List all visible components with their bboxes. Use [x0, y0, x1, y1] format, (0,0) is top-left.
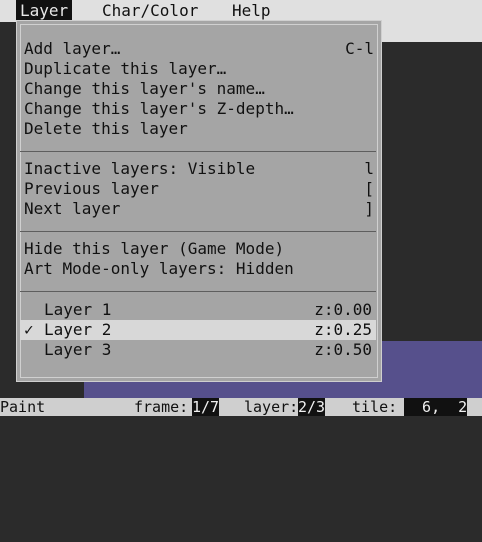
- layer-list-item[interactable]: Layer 3 z:0.50: [20, 340, 376, 360]
- menu-separator: [20, 151, 376, 152]
- layer-dropdown-menu: Add layer… C-l Duplicate this layer… Cha…: [16, 20, 382, 382]
- layer-z-depth: z:0.50: [314, 340, 372, 359]
- menu-item-next-layer[interactable]: Next layer ]: [24, 199, 374, 219]
- frame-value: 1/7: [192, 398, 220, 416]
- shortcut-label: l: [364, 159, 374, 178]
- menu-item-change-z-depth[interactable]: Change this layer's Z-depth…: [24, 99, 374, 119]
- menu-separator: [20, 291, 376, 292]
- menu-item-add-layer[interactable]: Add layer… C-l: [24, 39, 374, 59]
- menu-help[interactable]: Help: [228, 0, 275, 22]
- menu-item-label: Hide this layer (Game Mode): [24, 239, 285, 258]
- shortcut-label: C-l: [345, 39, 374, 58]
- layer-list-item[interactable]: Layer 1 z:0.00: [20, 300, 376, 320]
- layer-list-item-selected[interactable]: ✓ Layer 2 z:0.25: [20, 320, 376, 340]
- menu-item-label: Change this layer's name…: [24, 79, 265, 98]
- menu-bar: Layer Char/Color Help: [0, 0, 482, 22]
- shortcut-label: ]: [364, 199, 374, 218]
- canvas-background: [380, 22, 482, 42]
- menu-item-label: Delete this layer: [24, 119, 188, 138]
- menu-item-inactive-layers[interactable]: Inactive layers: Visible l: [24, 159, 374, 179]
- menu-item-art-mode-layers[interactable]: Art Mode-only layers: Hidden: [24, 259, 374, 279]
- menu-item-delete-layer[interactable]: Delete this layer: [24, 119, 374, 139]
- menu-item-label: Art Mode-only layers: Hidden: [24, 259, 294, 278]
- menu-item-previous-layer[interactable]: Previous layer [: [24, 179, 374, 199]
- layer-value: 2/3: [298, 398, 326, 416]
- frame-label: frame:: [134, 398, 189, 416]
- menu-item-label: Next layer: [24, 199, 121, 218]
- layer-label: layer:: [244, 398, 299, 416]
- layer-name: Layer 1: [44, 300, 112, 319]
- menu-item-hide-layer[interactable]: Hide this layer (Game Mode): [24, 239, 374, 259]
- menu-item-label: Inactive layers: Visible: [24, 159, 256, 178]
- menu-separator: [20, 231, 376, 232]
- tile-label: tile:: [352, 398, 398, 416]
- status-bar: Paint frame: 1/7 layer: 2/3 tile: 6, 2: [0, 398, 482, 416]
- menu-item-label: Add layer…: [24, 39, 121, 58]
- menu-item-label: Previous layer: [24, 179, 159, 198]
- menu-layer[interactable]: Layer: [16, 0, 73, 22]
- checkmark-icon: ✓: [24, 320, 34, 339]
- menu-item-label: Duplicate this layer…: [24, 59, 227, 78]
- layer-name: Layer 2: [44, 320, 112, 339]
- menu-item-duplicate-layer[interactable]: Duplicate this layer…: [24, 59, 374, 79]
- layer-name: Layer 3: [44, 340, 112, 359]
- layer-z-depth: z:0.25: [314, 320, 372, 339]
- layer-z-depth: z:0.00: [314, 300, 372, 319]
- menu-item-label: Change this layer's Z-depth…: [24, 99, 294, 118]
- tile-value: 6, 2: [404, 398, 468, 416]
- menu-char-color[interactable]: Char/Color: [98, 0, 202, 22]
- menu-item-change-name[interactable]: Change this layer's name…: [24, 79, 374, 99]
- mode-label: Paint: [0, 398, 46, 416]
- shortcut-label: [: [364, 179, 374, 198]
